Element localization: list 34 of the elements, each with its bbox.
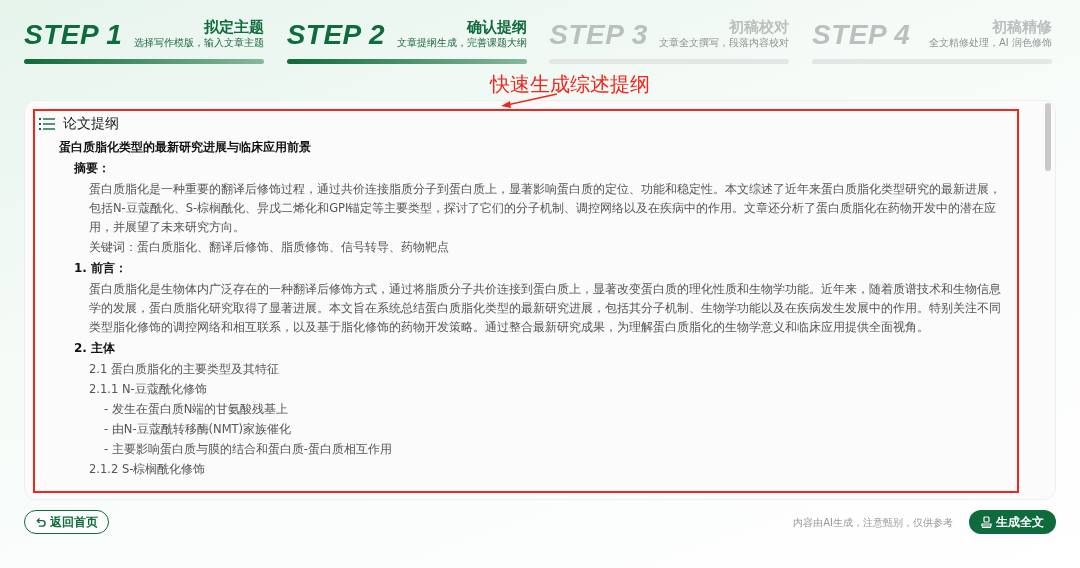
outline-entry: - 主要影响蛋白质与膜的结合和蛋白质-蛋白质相互作用 — [104, 441, 393, 458]
step-description: 全文精修处理，AI 润色修饰 — [929, 36, 1052, 49]
stamp-icon — [981, 516, 992, 528]
step-title: 拟定主题 — [203, 18, 264, 36]
annotation-label: 快速生成综述提纲 — [490, 74, 650, 98]
outline-entry: 2.1.2 S-棕榈酰化修饰 — [89, 461, 207, 478]
section-heading: 1. 前言： — [74, 260, 129, 277]
list-icon — [39, 116, 55, 131]
back-home-button[interactable]: 返回首页 — [24, 510, 109, 534]
outline-entry: - 发生在蛋白质N端的甘氨酸残基上 — [104, 401, 290, 418]
disclaimer-text: 内容由AI生成，注意甄别，仅供参考 — [793, 515, 953, 530]
paragraph-text: 蛋白质脂化是一种重要的翻译后修饰过程，通过共价连接脂质分子到蛋白质上，显著影响蛋白质的定位、功能和稳定性。本文综述了近年来蛋白质脂化类型研究的最新进展，包括N-豆蔻酰化、S-棕榈酰化、异戊二烯化和GPI锚定等主要类型，探讨了它们的分子机制、调控网络以及在疾病中的作用。文章还分析了蛋白质脂化在药物开发中的潜在应用，并展望了未来研究方向。 — [89, 181, 1002, 236]
outline-heading: 论文提纲 — [63, 114, 119, 133]
outline-entry: 2.1 蛋白质脂化的主要类型及其特征 — [89, 361, 280, 378]
step-description: 选择写作模版，输入文章主题 — [134, 36, 264, 49]
step-title: 确认提纲 — [465, 18, 527, 36]
outline-entry: - 由N-豆蔻酰转移酶(NMT)家族催化 — [104, 421, 293, 438]
step-description: 文章全文撰写，段落内容校对 — [659, 36, 790, 49]
return-icon — [35, 516, 46, 528]
step-title: 初稿校对 — [728, 18, 790, 36]
paragraph-text: 关键词：蛋白质脂化、翻译后修饰、脂质修饰、信号转导、药物靶点 — [89, 239, 450, 256]
section-heading: 摘要： — [74, 160, 111, 177]
step-number: STEP 1 — [24, 21, 123, 49]
paper-title: 蛋白质脂化类型的最新研究进展与临床应用前景 — [59, 139, 312, 156]
outline-entry: 2.1.1 N-豆蔻酰化修饰 — [89, 381, 208, 398]
paragraph-text: 蛋白质脂化是生物体内广泛存在的一种翻译后修饰方式，通过将脂质分子共价连接到蛋白质上，显著改变蛋白质的理化性质和生物学功能。近年来，随着质谱技术和生物信息学的发展，蛋白质脂化研究取得了显著进展。本文旨在系统总结蛋白质脂化类型的最新研究进展，包括其分子机制、生物学功能以及在疾病发生发展中的作用。特别关注不同类型脂化修饰的调控网络和相互联系，以及基于脂化修饰的药物开发策略。通过整合最新研究成果，为理解蛋白质脂化的生物学意义和临床应用提供全面视角。 — [89, 281, 1002, 336]
step-number: STEP 2 — [286, 21, 386, 49]
step-number: STEP 3 — [549, 21, 648, 49]
generate-full-text-button[interactable]: 生成全文 — [969, 510, 1056, 534]
scrollbar-thumb[interactable] — [1045, 103, 1051, 171]
step-number: STEP 4 — [811, 21, 911, 49]
section-heading: 2. 主体 — [74, 340, 117, 357]
step-description: 文章提纲生成，完善课题大纲 — [396, 36, 527, 49]
step-title: 初稿精修 — [990, 18, 1052, 36]
